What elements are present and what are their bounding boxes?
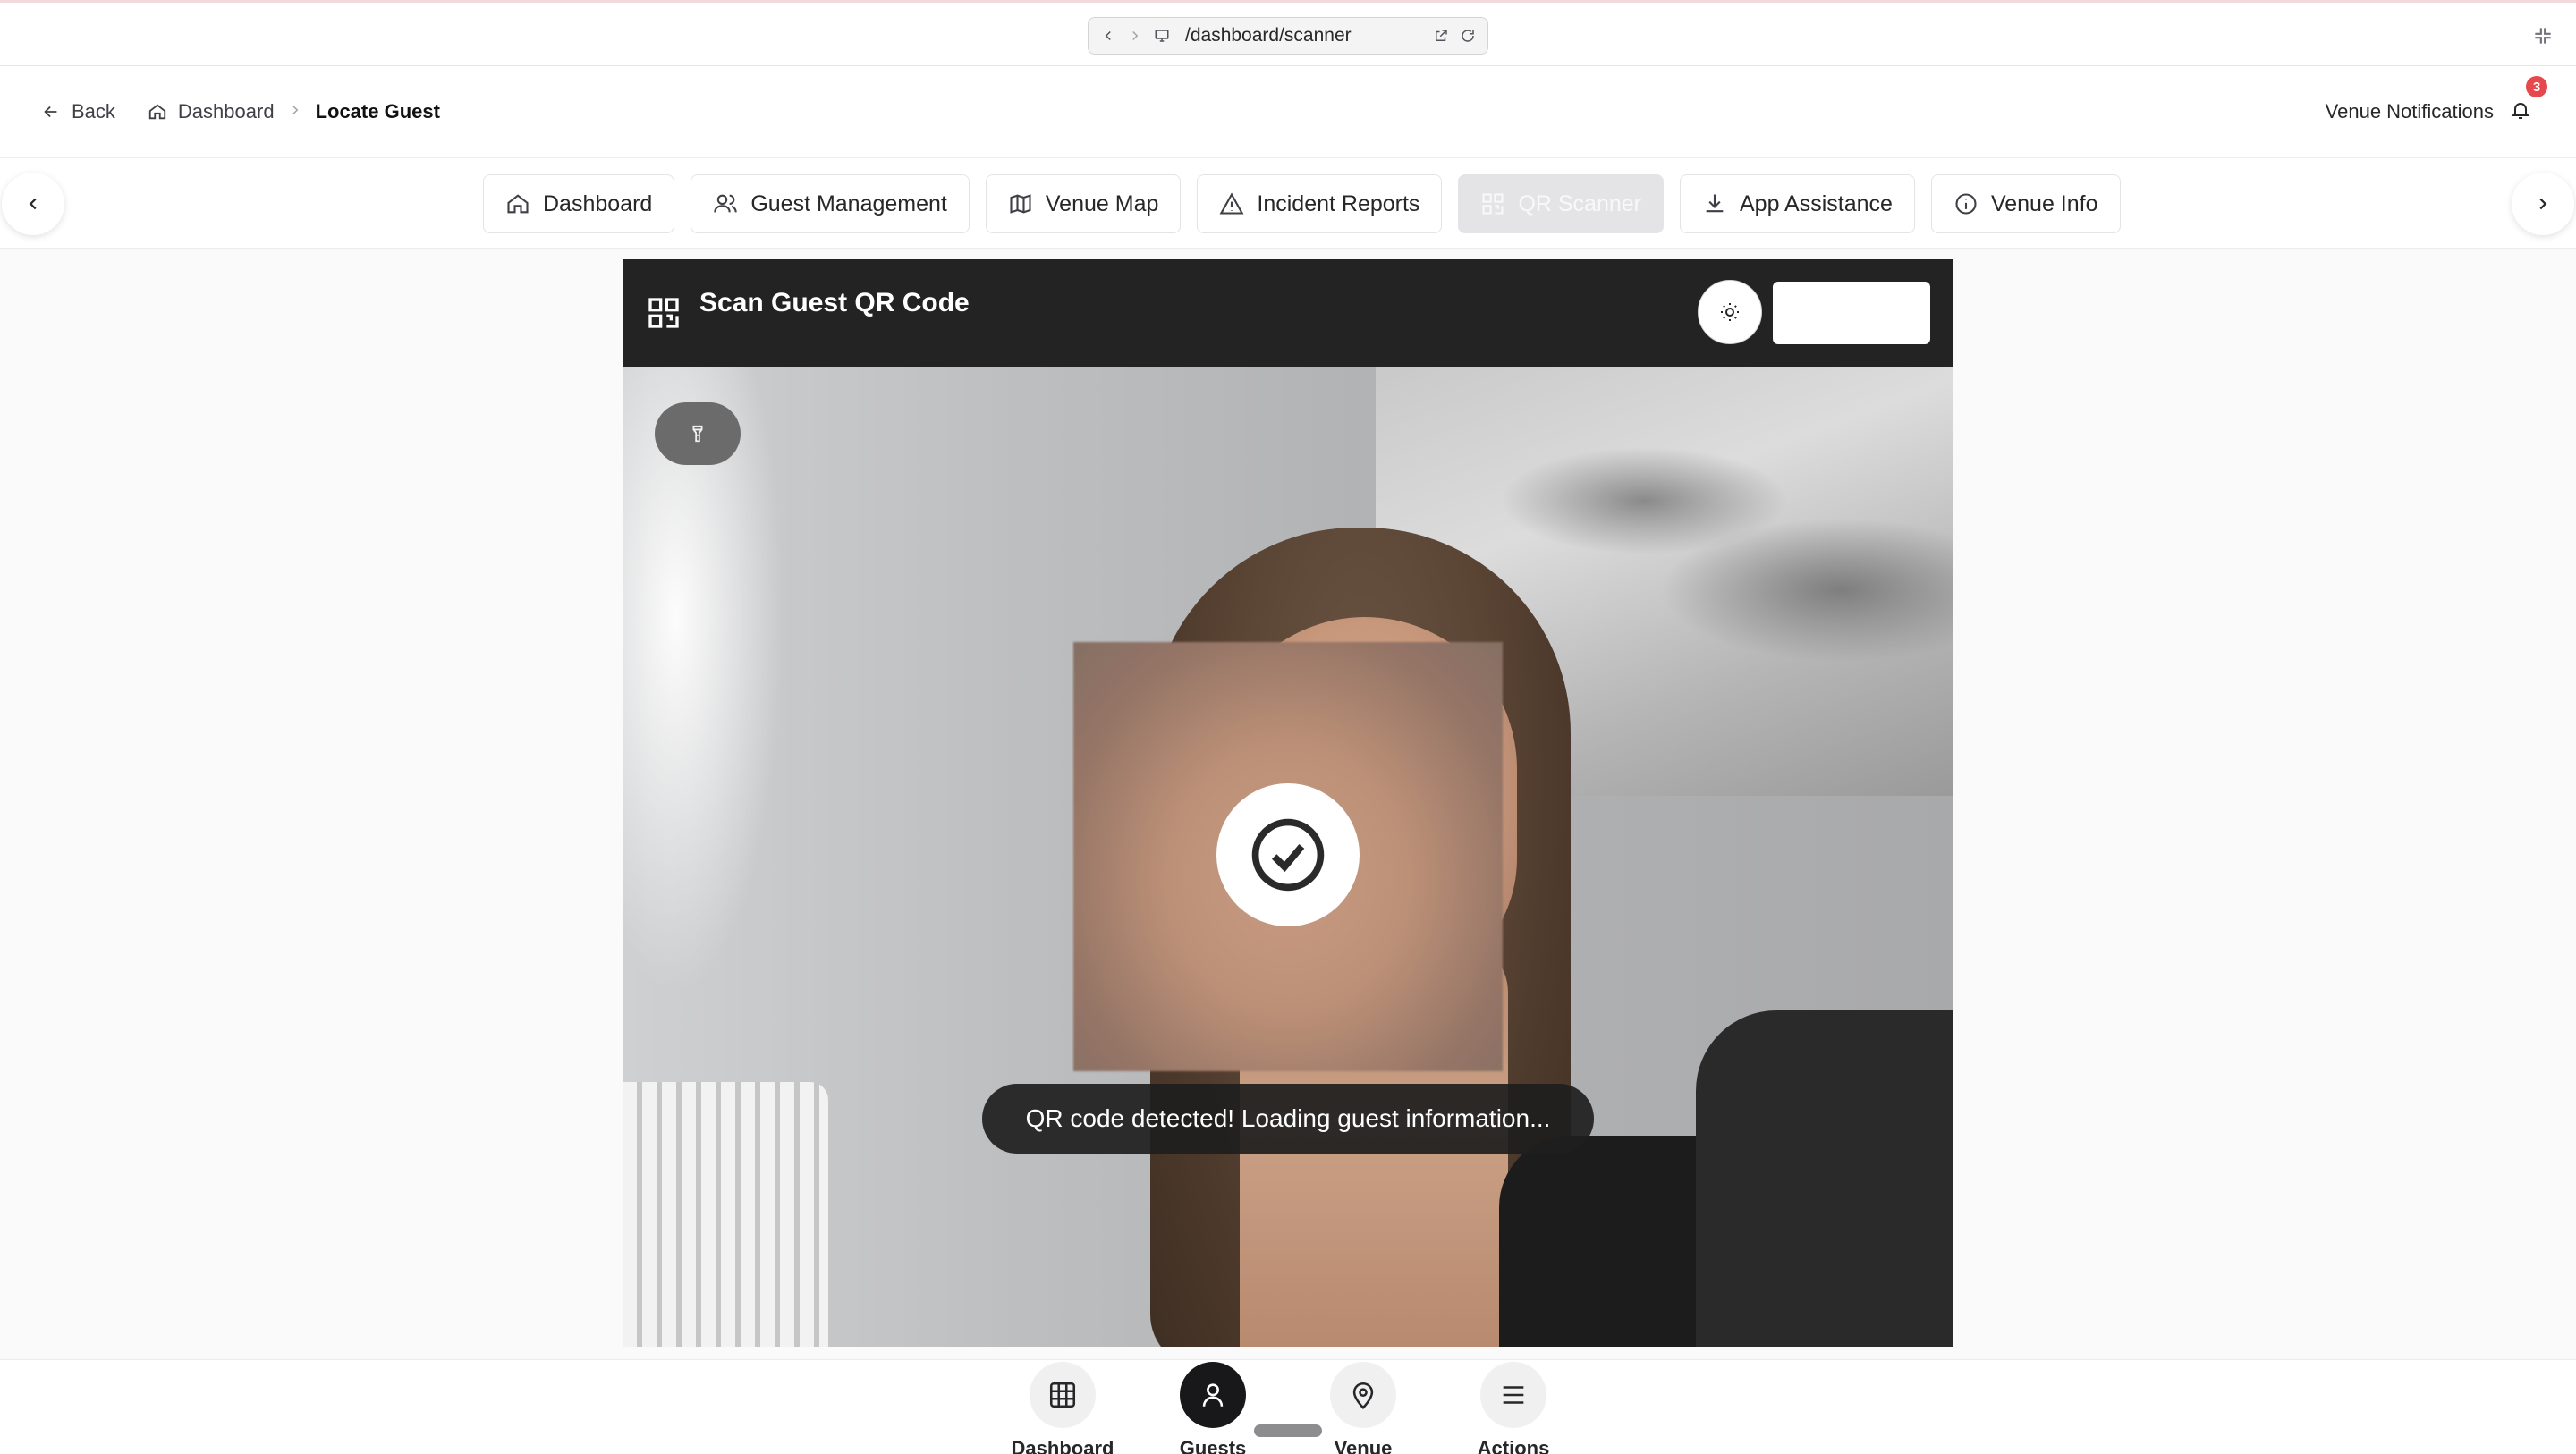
users-icon	[714, 194, 738, 213]
url-text[interactable]: /dashboard/scanner	[1185, 25, 1423, 46]
app-header: Back Dashboard Locate Guest Venue Notifi…	[0, 66, 2576, 157]
breadcrumb-dashboard[interactable]: Dashboard	[148, 100, 275, 123]
qr-code-icon	[648, 298, 679, 328]
tab-label: Dashboard	[543, 190, 653, 216]
bottom-nav-label: Actions	[1477, 1437, 1550, 1454]
nav-tab-strip: Dashboard Guest Management Venue Map Inc…	[0, 157, 2576, 249]
tab-incident-reports[interactable]: Incident Reports	[1197, 174, 1443, 233]
tab-app-assistance[interactable]: App Assistance	[1680, 174, 1915, 233]
camera-feed: QR code detected! Loading guest informat…	[623, 367, 1953, 1347]
breadcrumb-current: Locate Guest	[316, 100, 440, 123]
monitor-icon	[1153, 27, 1171, 45]
tab-venue-info[interactable]: Venue Info	[1930, 174, 2121, 233]
bottom-nav-label: Guests	[1179, 1437, 1247, 1454]
back-label: Back	[72, 100, 115, 123]
scan-status-toast: QR code detected! Loading guest informat…	[982, 1084, 1594, 1154]
info-icon	[1955, 193, 1977, 215]
bottom-nav-label: Venue	[1334, 1437, 1393, 1454]
bottom-nav-dashboard[interactable]: Dashboard	[1009, 1360, 1116, 1454]
scanner-header: Scan Guest QR Code	[623, 259, 1953, 367]
map-icon	[1010, 194, 1031, 214]
breadcrumb-label: Dashboard	[177, 100, 275, 123]
notifications-label: Venue Notifications	[2325, 100, 2494, 123]
bottom-nav: Dashboard Guests Venue Actions	[0, 1359, 2576, 1454]
bottom-nav-guests[interactable]: Guests	[1159, 1360, 1267, 1454]
breadcrumb: Back Dashboard Locate Guest	[41, 100, 440, 123]
chevron-right-icon	[287, 100, 303, 123]
reload-icon[interactable]	[1459, 27, 1477, 45]
open-external-icon[interactable]	[1432, 27, 1450, 45]
camera-subject-shirt	[1499, 1136, 1696, 1347]
chevron-right-icon	[2539, 198, 2547, 210]
map-pin-icon	[1330, 1362, 1396, 1428]
browser-forward-icon[interactable]	[1126, 27, 1144, 45]
tab-label: App Assistance	[1740, 190, 1893, 216]
bottom-nav-actions[interactable]: Actions	[1460, 1360, 1567, 1454]
qr-icon	[1482, 193, 1504, 215]
tab-guest-management[interactable]: Guest Management	[691, 174, 970, 233]
warning-icon	[1219, 192, 1244, 215]
bottom-nav-venue[interactable]: Venue	[1309, 1360, 1417, 1454]
tab-label: Venue Info	[1990, 190, 2098, 216]
breadcrumb-label: Locate Guest	[315, 100, 440, 123]
grid-icon	[1030, 1362, 1096, 1428]
scroll-left-button[interactable]	[2, 173, 64, 235]
home-icon	[148, 104, 166, 120]
brightness-button[interactable]	[1698, 280, 1762, 344]
notifications-button[interactable]: Venue Notifications 3	[2325, 76, 2547, 124]
tab-venue-map[interactable]: Venue Map	[985, 174, 1182, 233]
home-icon	[507, 194, 529, 214]
bell-icon[interactable]: 3	[2510, 76, 2547, 124]
flashlight-icon	[692, 425, 703, 443]
tab-qr-scanner[interactable]: QR Scanner	[1458, 174, 1664, 233]
tab-dashboard[interactable]: Dashboard	[483, 174, 675, 233]
camera-background-radiator	[623, 1082, 828, 1347]
flashlight-button[interactable]	[655, 402, 741, 465]
sun-icon	[1721, 303, 1739, 321]
qr-scanner-panel: Scan Guest QR Code QR code detected! Loa…	[623, 259, 1953, 1347]
user-icon	[1180, 1362, 1246, 1428]
scan-success-indicator	[1216, 783, 1360, 926]
home-indicator[interactable]	[1254, 1424, 1322, 1437]
camera-background-chair	[1696, 1010, 1953, 1347]
collapse-icon[interactable]	[2531, 24, 2555, 47]
address-bar[interactable]: /dashboard/scanner	[1088, 17, 1488, 55]
nav-tabs: Dashboard Guest Management Venue Map Inc…	[483, 174, 2121, 233]
menu-icon	[1480, 1362, 1546, 1428]
tab-label: Guest Management	[750, 190, 947, 216]
notification-count-badge: 3	[2526, 76, 2547, 97]
browser-back-icon[interactable]	[1099, 27, 1117, 45]
scanner-action-button[interactable]	[1773, 282, 1930, 344]
scanner-title: Scan Guest QR Code	[699, 288, 970, 317]
arrow-left-icon	[44, 106, 57, 118]
back-button[interactable]: Back	[41, 100, 115, 123]
check-circle-icon	[1251, 818, 1325, 892]
download-icon	[1706, 194, 1724, 213]
chevron-left-icon	[29, 198, 37, 210]
browser-chrome: /dashboard/scanner	[0, 0, 2576, 66]
tab-label: QR Scanner	[1518, 190, 1641, 216]
bottom-nav-label: Dashboard	[1011, 1437, 1114, 1454]
scroll-right-button[interactable]	[2512, 173, 2574, 235]
tab-label: Venue Map	[1045, 190, 1159, 216]
tab-label: Incident Reports	[1257, 190, 1420, 216]
